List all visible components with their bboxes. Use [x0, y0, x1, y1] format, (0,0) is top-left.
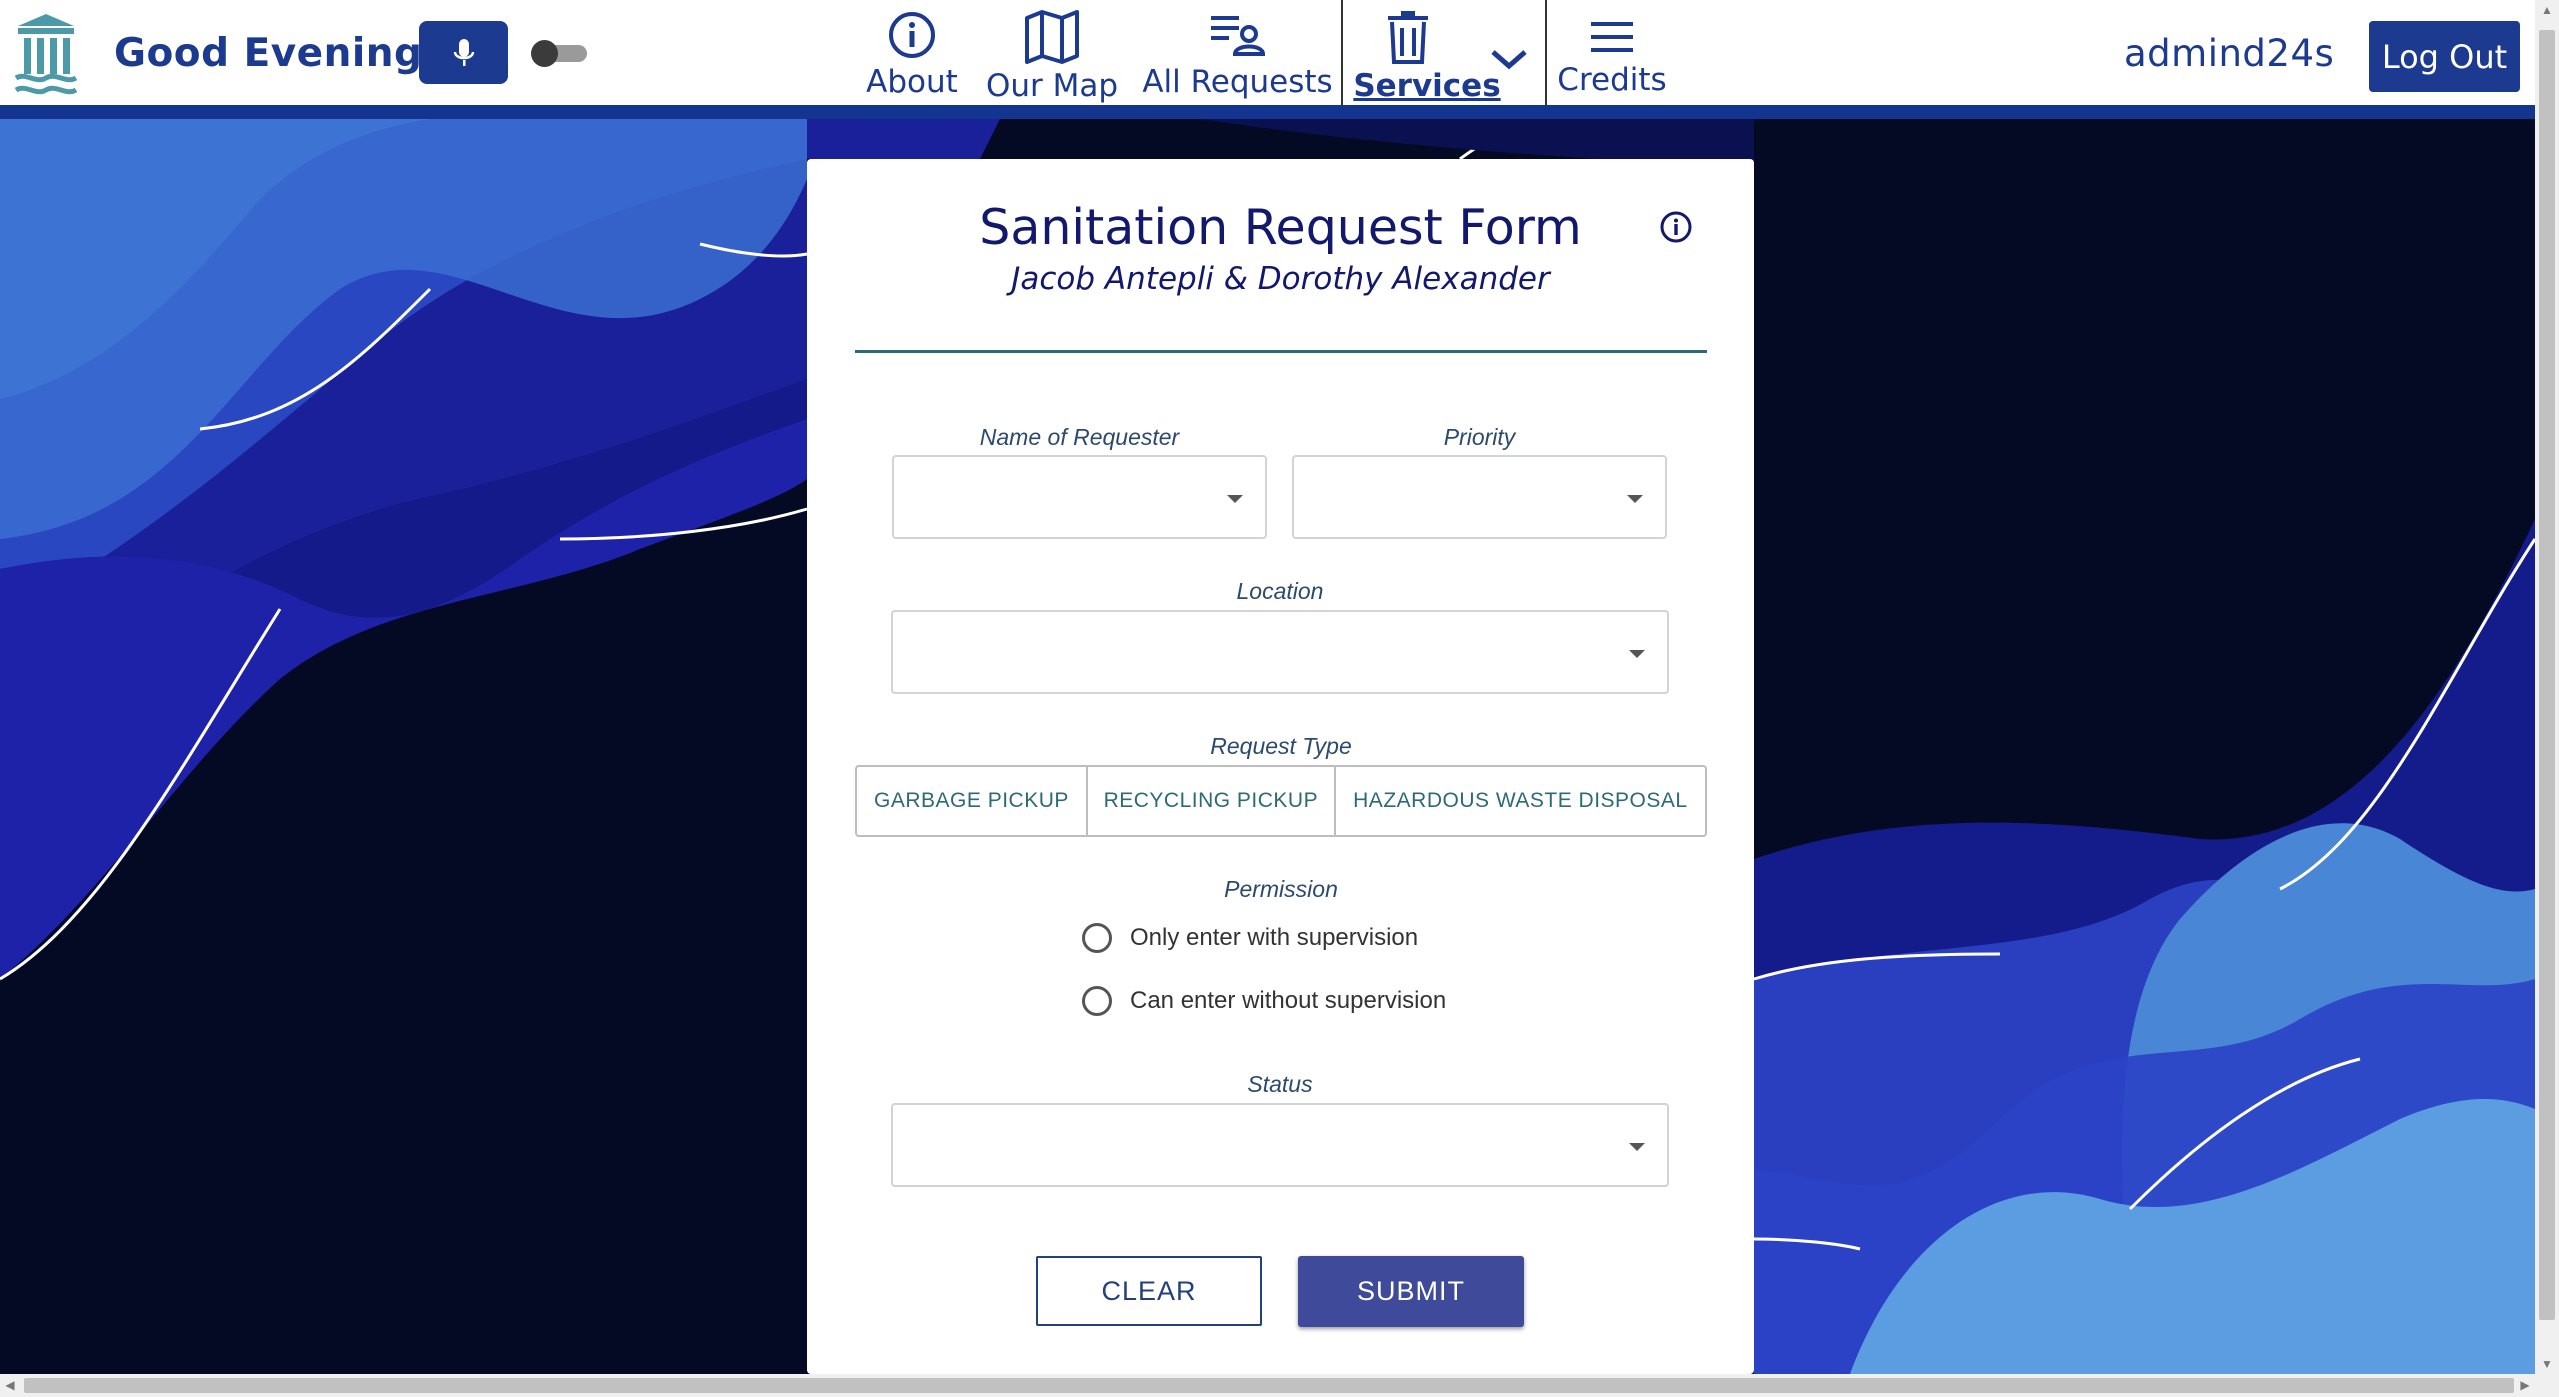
- scroll-left-arrow-icon[interactable]: ◀: [0, 1374, 20, 1397]
- trash-can-icon: [1388, 11, 1428, 64]
- nav-our-map[interactable]: Our Map: [982, 0, 1122, 105]
- toggle-thumb: [531, 40, 558, 67]
- top-navbar: Good Evening About Our Map All Requests …: [0, 0, 2535, 105]
- header-accent-bar: [0, 105, 2535, 119]
- form-divider: [855, 350, 1707, 353]
- vertical-scroll-thumb[interactable]: [2539, 30, 2555, 1320]
- nav-credits-label: Credits: [1557, 62, 1667, 98]
- priority-label: Priority: [1443, 424, 1516, 450]
- request-type-recycling-pickup[interactable]: RECYCLING PICKUP: [1088, 767, 1336, 835]
- hamburger-menu-icon: [1591, 22, 1633, 52]
- submit-button[interactable]: SUBMIT: [1298, 1256, 1524, 1327]
- nav-all-requests[interactable]: All Requests: [1140, 0, 1335, 105]
- nav-services[interactable]: Services: [1341, 0, 1547, 105]
- status-label: Status: [1247, 1071, 1313, 1097]
- caret-down-icon: [1629, 1143, 1645, 1151]
- horizontal-scroll-thumb[interactable]: [24, 1378, 2514, 1393]
- hospital-logo-icon[interactable]: [14, 12, 78, 96]
- log-out-button[interactable]: Log Out: [2369, 21, 2520, 92]
- horizontal-scrollbar[interactable]: ◀ ▶: [0, 1374, 2559, 1397]
- sanitation-request-form: Sanitation Request Form Jacob Antepli & …: [807, 159, 1754, 1374]
- vertical-scrollbar[interactable]: ▲ ▼: [2535, 0, 2559, 1374]
- status-select[interactable]: [891, 1103, 1669, 1187]
- permission-option-label: Can enter without supervision: [1130, 987, 1447, 1014]
- info-icon[interactable]: [1659, 210, 1693, 244]
- permission-option-unsupervised[interactable]: Can enter without supervision: [1082, 986, 1446, 1016]
- form-authors: Jacob Antepli & Dorothy Alexander: [1011, 261, 1550, 297]
- chevron-down-icon[interactable]: [1489, 46, 1529, 72]
- current-username: admind24s: [2124, 32, 2335, 75]
- permission-option-supervised[interactable]: Only enter with supervision: [1082, 923, 1418, 953]
- priority-select[interactable]: [1292, 455, 1667, 539]
- nav-about[interactable]: About: [862, 0, 962, 105]
- clear-button[interactable]: CLEAR: [1036, 1256, 1262, 1326]
- location-select[interactable]: [891, 610, 1669, 694]
- nav-about-label: About: [866, 64, 958, 100]
- greeting-text: Good Evening: [114, 31, 423, 76]
- nav-services-label: Services: [1353, 68, 1501, 104]
- request-type-garbage-pickup[interactable]: GARBAGE PICKUP: [857, 767, 1088, 835]
- radio-button[interactable]: [1082, 986, 1112, 1016]
- list-user-icon: [1210, 16, 1265, 56]
- map-icon: [1025, 10, 1079, 64]
- caret-down-icon: [1629, 650, 1645, 658]
- scroll-down-arrow-icon[interactable]: ▼: [2535, 1354, 2559, 1374]
- microphone-icon: [453, 38, 474, 66]
- voice-command-button[interactable]: [419, 21, 508, 84]
- request-type-label: Request Type: [1210, 733, 1352, 759]
- info-circle-icon: [889, 12, 935, 58]
- nav-credits[interactable]: Credits: [1553, 0, 1671, 105]
- theme-toggle-switch[interactable]: [531, 40, 589, 67]
- nav-our-map-label: Our Map: [985, 68, 1119, 104]
- permission-option-label: Only enter with supervision: [1130, 924, 1419, 951]
- form-title: Sanitation Request Form: [979, 199, 1582, 256]
- permission-label: Permission: [1224, 876, 1338, 902]
- location-label: Location: [1236, 578, 1324, 604]
- radio-button[interactable]: [1082, 923, 1112, 953]
- request-type-toggle-group: GARBAGE PICKUP RECYCLING PICKUP HAZARDOU…: [855, 765, 1707, 837]
- request-type-hazardous-waste-disposal[interactable]: HAZARDOUS WASTE DISPOSAL: [1336, 767, 1705, 835]
- requester-select[interactable]: [892, 455, 1267, 539]
- nav-all-requests-label: All Requests: [1142, 64, 1333, 100]
- caret-down-icon: [1227, 495, 1243, 503]
- scroll-up-arrow-icon[interactable]: ▲: [2535, 0, 2559, 20]
- caret-down-icon: [1627, 495, 1643, 503]
- requester-label: Name of Requester: [979, 424, 1180, 450]
- scroll-right-arrow-icon[interactable]: ▶: [2515, 1374, 2535, 1397]
